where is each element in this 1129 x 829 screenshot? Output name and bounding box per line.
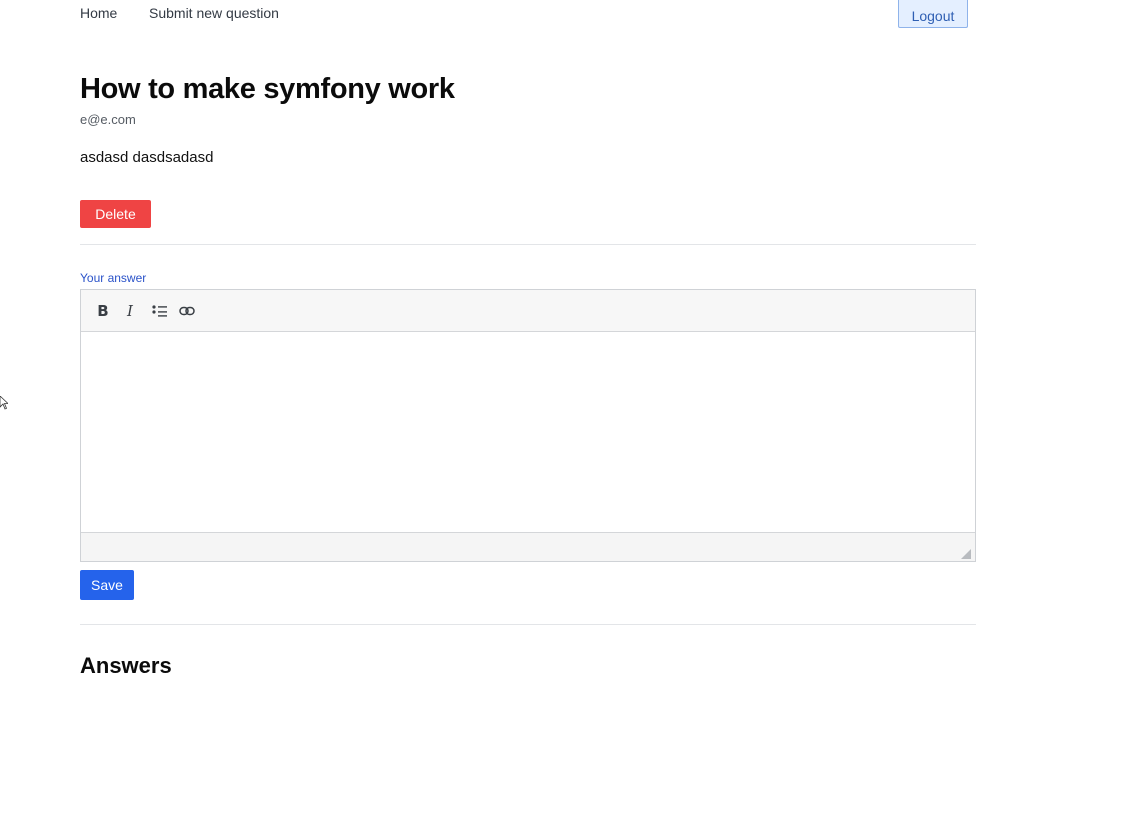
resize-handle-icon[interactable] [961, 546, 971, 559]
answer-textarea[interactable] [81, 332, 975, 532]
question-author: e@e.com [80, 112, 136, 127]
divider [80, 624, 976, 625]
save-button[interactable]: Save [80, 570, 134, 600]
logout-button[interactable]: Logout [898, 0, 968, 28]
nav-home-link[interactable]: Home [80, 5, 117, 21]
top-nav: Home Submit new question Logout [0, 0, 1129, 30]
answer-editor: B I [80, 289, 976, 562]
divider [80, 244, 976, 245]
bold-icon[interactable]: B [92, 300, 114, 322]
nav-submit-question-link[interactable]: Submit new question [149, 5, 279, 21]
italic-icon[interactable]: I [119, 300, 141, 322]
editor-statusbar [81, 532, 975, 561]
page: Home Submit new question Logout How to m… [0, 0, 1129, 829]
answer-label: Your answer [80, 271, 147, 285]
bullet-list-icon[interactable] [148, 300, 170, 322]
editor-toolbar: B I [81, 290, 975, 332]
question-title: How to make symfony work [80, 73, 455, 105]
mouse-cursor-icon [0, 395, 10, 410]
answers-heading: Answers [80, 653, 172, 678]
link-icon[interactable] [176, 300, 198, 322]
question-body: asdasd dasdsadasd [80, 149, 214, 166]
delete-button[interactable]: Delete [80, 200, 151, 228]
